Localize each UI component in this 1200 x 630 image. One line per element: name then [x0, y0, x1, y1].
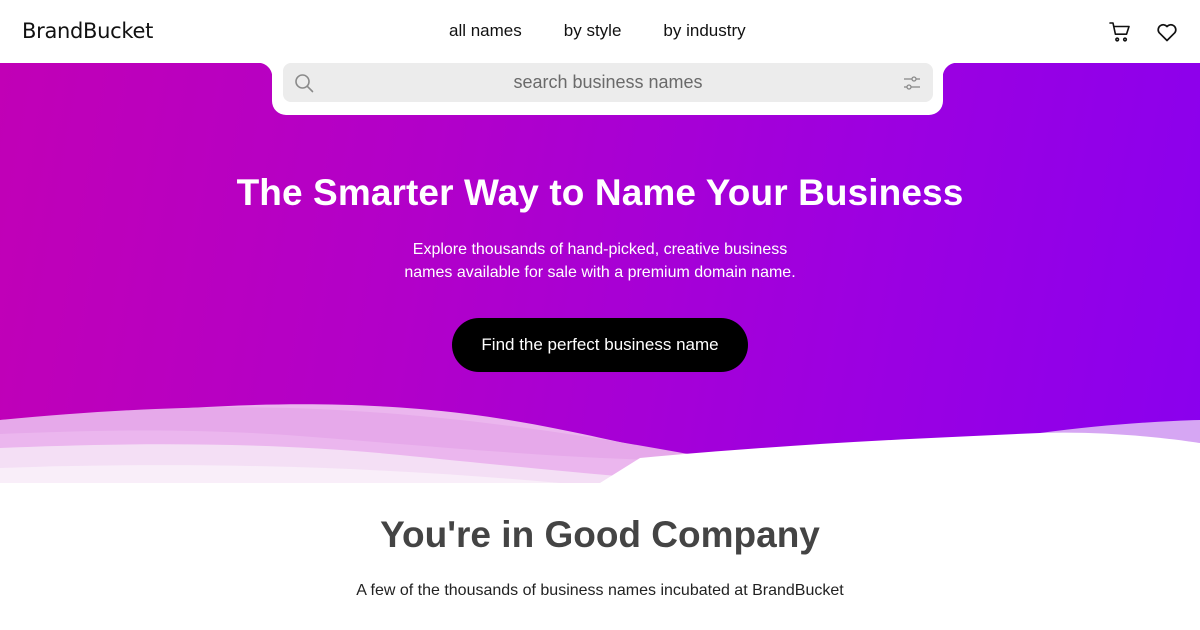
- site-header: BrandBucket all names by style by indust…: [0, 0, 1200, 63]
- search-icon: [295, 74, 314, 93]
- hero-subtitle-line-1: Explore thousands of hand-picked, creati…: [412, 241, 788, 258]
- hero-title: The Smarter Way to Name Your Business: [236, 172, 964, 213]
- nav-by-style[interactable]: by style: [564, 21, 622, 41]
- find-business-name-button[interactable]: Find the perfect business name: [452, 318, 748, 372]
- company-section-title: You're in Good Company: [380, 514, 820, 555]
- nav-all-names[interactable]: all names: [449, 21, 522, 41]
- filter-icon[interactable]: [903, 74, 921, 92]
- search-box[interactable]: [283, 63, 933, 102]
- brand-logo[interactable]: BrandBucket: [22, 19, 153, 43]
- heart-icon[interactable]: [1155, 20, 1179, 44]
- company-section-subtitle: A few of the thousands of business names…: [356, 582, 844, 599]
- hero-subtitle: Explore thousands of hand-picked, creati…: [380, 238, 820, 284]
- search-bar-container: [258, 63, 957, 115]
- search-input[interactable]: [323, 63, 893, 102]
- page: BrandBucket all names by style by indust…: [0, 0, 1200, 630]
- hero-subtitle-line-2: names available for sale with a premium …: [404, 264, 796, 281]
- main-nav: all names by style by industry: [449, 21, 788, 41]
- cart-icon[interactable]: [1108, 20, 1132, 44]
- nav-by-industry[interactable]: by industry: [663, 21, 745, 41]
